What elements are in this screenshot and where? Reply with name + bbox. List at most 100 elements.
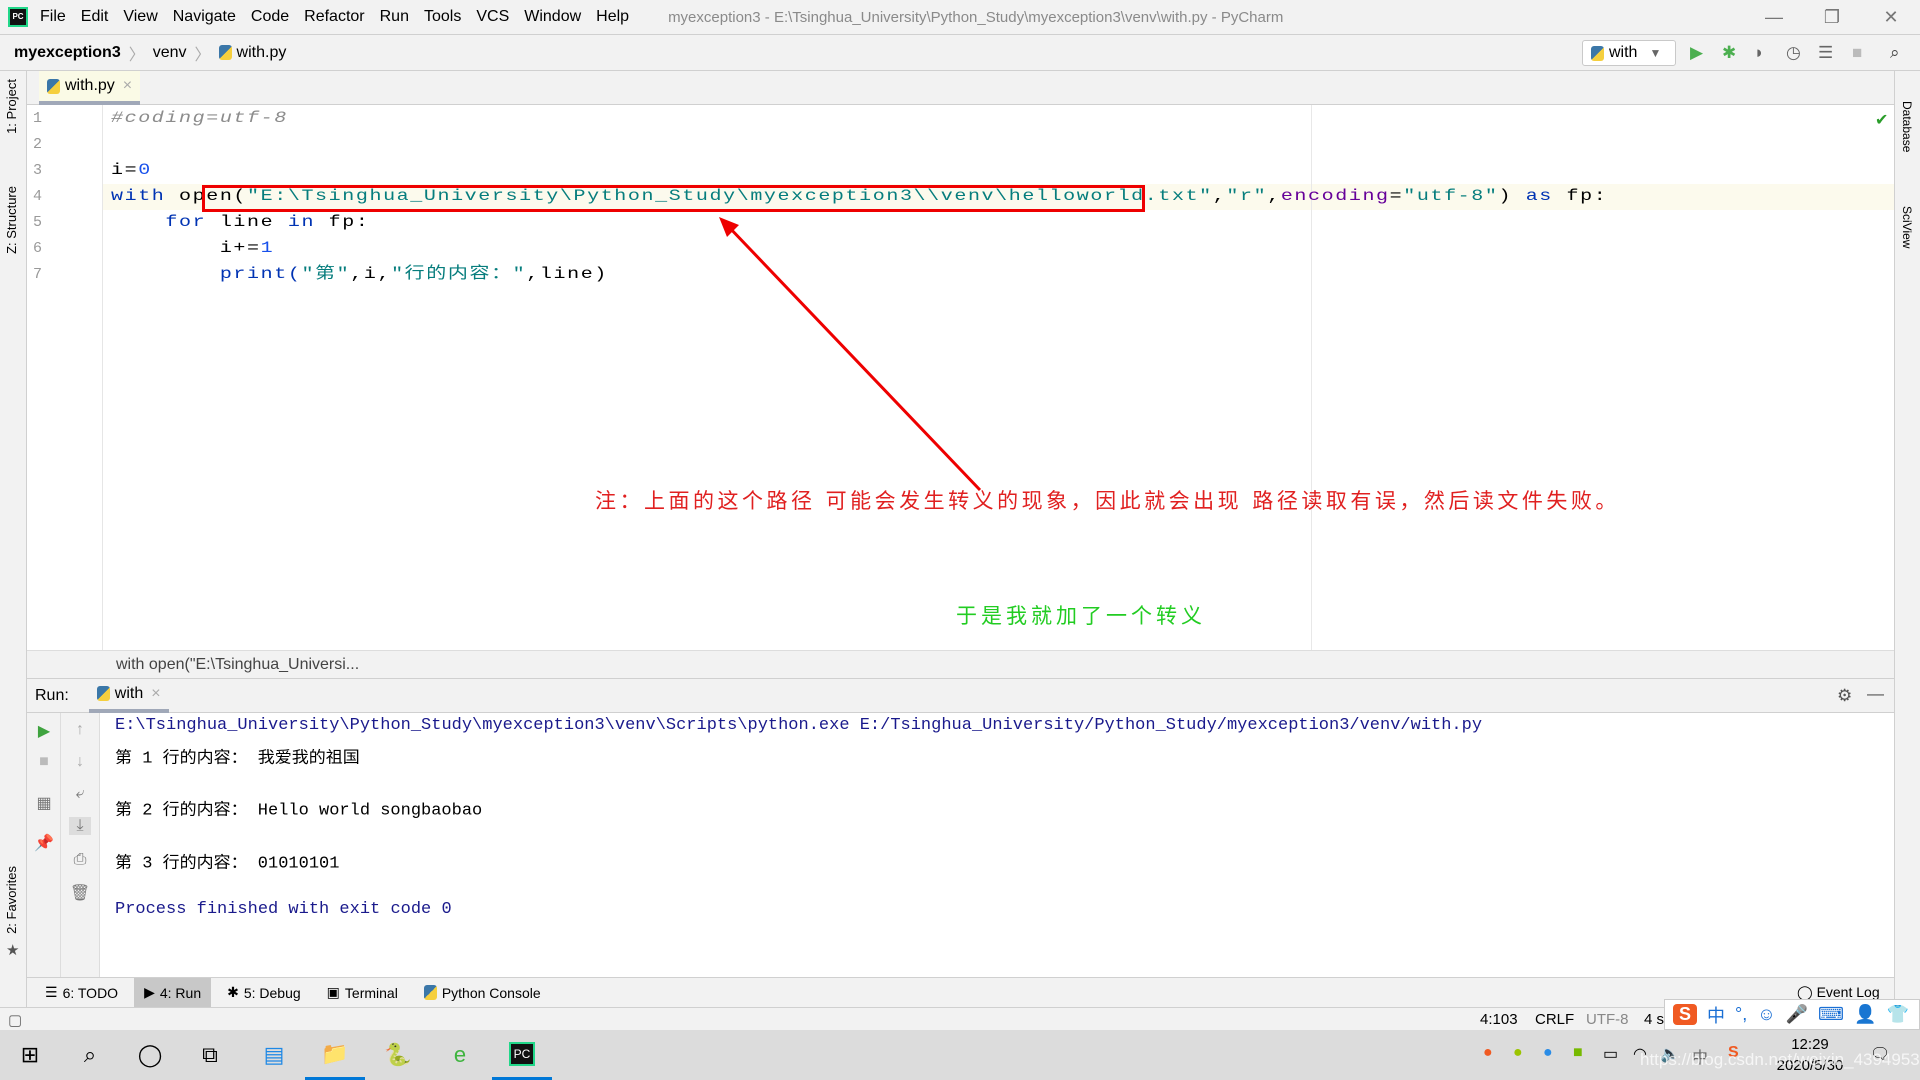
tray-bluebird-icon[interactable]: ● <box>1543 1044 1553 1062</box>
run-console-output[interactable]: E:\Tsinghua_University\Python_Study\myex… <box>100 713 1894 977</box>
python-console-tool-button[interactable]: Python Console <box>414 978 551 1008</box>
caret-position[interactable]: 4:103 <box>1480 1011 1518 1028</box>
file-explorer-icon[interactable]: 📁 <box>305 1030 365 1080</box>
search-icon[interactable]: ⌕ <box>60 1030 120 1080</box>
run-icon[interactable]: ▶ <box>1690 43 1703 63</box>
tray-app-icon[interactable]: ● <box>1483 1044 1493 1062</box>
pycharm-taskbar-icon[interactable]: PC <box>492 1030 552 1080</box>
battery-icon[interactable]: ▭ <box>1603 1044 1618 1064</box>
browser-ie-icon[interactable]: e <box>430 1030 490 1080</box>
terminal-tool-button[interactable]: ▣ Terminal <box>317 978 408 1008</box>
todo-tool-button[interactable]: ☰ 6: TODO <box>35 978 128 1008</box>
sogou-logo-icon[interactable]: S <box>1673 1004 1698 1025</box>
stop-icon[interactable]: ■ <box>33 753 55 771</box>
toggle-tool-windows-icon[interactable]: ▢ <box>8 1011 22 1029</box>
menu-refactor[interactable]: Refactor <box>304 8 364 25</box>
breadcrumb-project[interactable]: myexception3 <box>14 44 121 62</box>
pin-icon[interactable]: 📌 <box>33 833 55 853</box>
menu-help[interactable]: Help <box>596 8 629 25</box>
console-output-line: 第 1 行的内容： 我爱我的祖国 <box>115 750 360 769</box>
emoji-icon[interactable]: ☺ <box>1757 1004 1775 1025</box>
keyboard-icon[interactable]: ⌨ <box>1818 1004 1844 1025</box>
console-output-line: 第 2 行的内容： Hello world songbaobao <box>115 802 483 821</box>
run-tab-label: with <box>114 684 144 702</box>
scroll-to-end-icon[interactable]: ⤓ <box>69 817 91 835</box>
close-tab-icon[interactable]: × <box>123 77 132 95</box>
user-icon[interactable]: 👤 <box>1854 1004 1876 1025</box>
layout-icon[interactable]: ▦ <box>33 793 55 813</box>
tab-with-py[interactable]: with.py × <box>39 71 141 105</box>
menu-window[interactable]: Window <box>524 8 581 25</box>
soft-wrap-icon[interactable]: ⤶ <box>69 785 91 803</box>
project-tool-button[interactable]: 1: Project <box>4 79 19 134</box>
database-tool-button[interactable]: Database <box>1900 101 1914 152</box>
down-arrow-icon[interactable]: ↓ <box>69 753 91 771</box>
menu-edit[interactable]: Edit <box>81 8 109 25</box>
menu-file[interactable]: File <box>40 8 66 25</box>
concurrency-icon[interactable]: ☰ <box>1818 43 1833 63</box>
console-command-line: E:\Tsinghua_University\Python_Study\myex… <box>115 716 1483 735</box>
task-view-icon[interactable]: ⧉ <box>180 1030 240 1080</box>
menu-tools[interactable]: Tools <box>424 8 461 25</box>
red-annotation-note: 注：上面的这个路径 可能会发生转义的现象，因此就会出现 路径读取有误，然后读文件… <box>595 489 1620 513</box>
ime-mode[interactable]: 中 <box>1707 1002 1725 1028</box>
editor-tab-bar: with.py × <box>27 71 1894 105</box>
code-editor[interactable]: 1 2 3 4 5 6 7 ✔ #coding=utf-8 i=0 with o… <box>27 105 1894 650</box>
menu-vcs[interactable]: VCS <box>476 8 509 25</box>
play-icon: ▶ <box>144 984 155 1000</box>
run-tool-button[interactable]: ▶ 4: Run <box>134 977 212 1008</box>
editor-breadcrumb[interactable]: with open("E:\Tsinghua_Universi... <box>27 650 1894 679</box>
navigation-bar: myexception3 〉 venv 〉 with.py with ▼ ▶ ✱ ◗ … <box>0 35 1920 71</box>
restore-icon[interactable]: ❐ <box>1803 0 1861 35</box>
ime-punct[interactable]: °, <box>1735 1004 1747 1025</box>
structure-tool-button[interactable]: Z: Structure <box>4 186 19 254</box>
coverage-icon[interactable]: ◗ <box>1754 43 1764 63</box>
hide-panel-icon[interactable]: — <box>1867 684 1884 704</box>
tool-window-bar: ☰ 6: TODO ▶ 4: Run ✱ 5: Debug ▣ Terminal Pyt… <box>27 977 1894 1008</box>
minimize-icon[interactable]: — <box>1745 0 1803 35</box>
python-icon <box>423 985 437 1000</box>
skin-shirt-icon[interactable]: 👕 <box>1886 1004 1908 1025</box>
nvidia-icon[interactable]: ■ <box>1573 1044 1583 1062</box>
menu-navigate[interactable]: Navigate <box>173 8 236 25</box>
search-icon[interactable]: ⌕ <box>1890 43 1900 63</box>
run-toolbar-left: ▶ ■ ▦ 📌 <box>27 713 61 977</box>
python-file-icon <box>218 45 232 60</box>
run-panel-header: Run: with × ⚙ — <box>27 679 1894 713</box>
tab-label: with.py <box>65 77 115 94</box>
profile-icon[interactable]: ◷ <box>1786 43 1801 63</box>
app-icon[interactable]: ▤ <box>244 1030 304 1080</box>
rerun-icon[interactable]: ▶ <box>33 721 55 741</box>
chevron-down-icon: ▼ <box>1649 46 1662 60</box>
menu-code[interactable]: Code <box>251 8 289 25</box>
left-tool-strip: 1: Project Z: Structure 2: Favorites ★ <box>0 71 27 1007</box>
debug-icon[interactable]: ✱ <box>1722 43 1736 63</box>
menu-view[interactable]: View <box>123 8 157 25</box>
start-windows-icon[interactable]: ⊞ <box>0 1030 60 1080</box>
star-icon: ★ <box>6 942 20 959</box>
line-separator[interactable]: CRLF <box>1535 1011 1574 1028</box>
close-run-tab-icon[interactable]: × <box>151 685 160 703</box>
run-config-dropdown[interactable]: with ▼ <box>1582 40 1676 66</box>
menu-run[interactable]: Run <box>380 8 409 25</box>
trash-icon[interactable]: 🗑 <box>69 883 91 903</box>
breadcrumb-file[interactable]: with.py <box>237 44 287 62</box>
cortana-icon[interactable]: ◯ <box>120 1030 180 1080</box>
microphone-icon[interactable]: 🎤 <box>1786 1004 1808 1025</box>
favorites-tool-button[interactable]: 2: Favorites <box>4 866 19 934</box>
terminal-icon: ▣ <box>326 984 340 1000</box>
print-icon[interactable]: ⎙ <box>69 851 91 869</box>
close-icon[interactable]: ✕ <box>1862 0 1920 35</box>
tray-360-icon[interactable]: ● <box>1513 1044 1523 1062</box>
breadcrumb-venv[interactable]: venv <box>153 44 187 62</box>
up-arrow-icon[interactable]: ↑ <box>69 721 91 739</box>
run-tab-with[interactable]: with × <box>88 679 169 713</box>
event-log-icon: ◯ <box>1797 984 1817 1000</box>
sciview-tool-button[interactable]: SciView <box>1900 206 1914 248</box>
stop-icon[interactable]: ■ <box>1852 43 1862 63</box>
python-app-icon[interactable]: 🐍 <box>368 1030 428 1080</box>
file-encoding[interactable]: UTF-8 <box>1586 1011 1629 1028</box>
indent-setting[interactable]: 4 s <box>1644 1011 1664 1028</box>
settings-gear-icon[interactable]: ⚙ <box>1837 686 1852 706</box>
debug-tool-button[interactable]: ✱ 5: Debug <box>217 978 311 1008</box>
